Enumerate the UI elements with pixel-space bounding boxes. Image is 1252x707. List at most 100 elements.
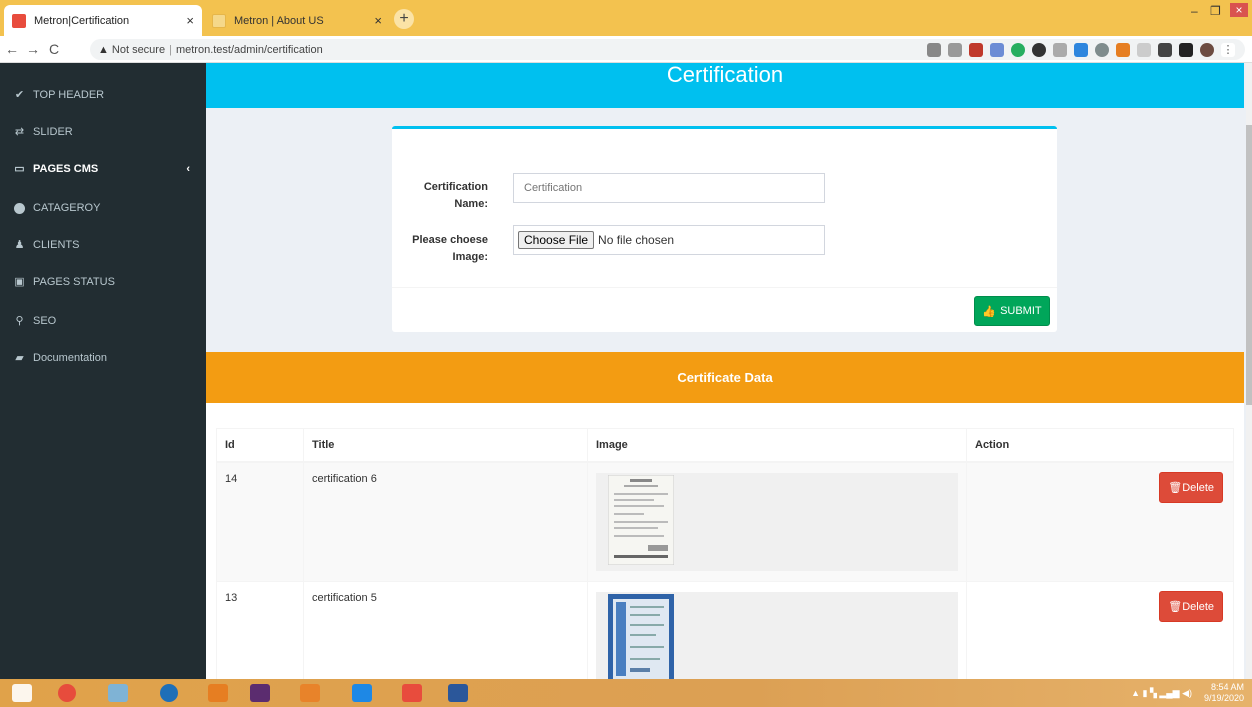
sidebar-item-label: PAGES CMS bbox=[33, 163, 99, 175]
windows-start-icon[interactable] bbox=[12, 684, 32, 702]
tab-certification[interactable]: Metron|Certification × bbox=[4, 5, 202, 36]
choose-file-button[interactable]: Choose File bbox=[518, 231, 595, 249]
phpstorm-icon[interactable] bbox=[250, 684, 270, 702]
address-separator: | bbox=[169, 43, 172, 56]
image-file-input[interactable]: Choose File No file chosen bbox=[513, 225, 825, 255]
sidebar-item-catageroy[interactable]: CATAGEROY bbox=[0, 190, 206, 226]
address-bar[interactable]: ▲ Not secure | metron.test/admin/certifi… bbox=[90, 39, 1245, 60]
reload-icon[interactable]: C bbox=[45, 41, 63, 57]
tab-close-icon[interactable]: × bbox=[186, 13, 194, 28]
cell-title: certification 6 bbox=[303, 461, 588, 582]
page-title: Certification bbox=[206, 63, 1244, 108]
orange-extension-icon[interactable] bbox=[1116, 43, 1130, 57]
table-row: 14 certification 6 🗑Delete bbox=[216, 461, 1234, 582]
zoom-icon[interactable] bbox=[927, 43, 941, 57]
back-arrow-icon[interactable]: ← bbox=[3, 41, 21, 57]
check-circle-icon: ✔ bbox=[14, 88, 25, 101]
sidebar-item-label: CLIENTS bbox=[33, 239, 80, 251]
shield-extension-icon[interactable] bbox=[1137, 43, 1151, 57]
delete-label: Delete bbox=[1182, 481, 1214, 494]
menu-dots-icon[interactable]: ⋮ bbox=[1221, 43, 1235, 57]
new-tab-button[interactable]: + bbox=[394, 9, 414, 29]
sublime-text-icon[interactable] bbox=[300, 684, 320, 702]
tab-close-icon[interactable]: × bbox=[374, 13, 382, 28]
vscode-icon[interactable] bbox=[352, 684, 372, 702]
cell-action: 🗑Delete bbox=[966, 580, 1234, 679]
circle-icon bbox=[14, 202, 25, 214]
user-icon: ♟ bbox=[14, 238, 25, 251]
tab-title: Metron | About US bbox=[234, 14, 324, 27]
certification-name-label: Certification Name: bbox=[423, 181, 488, 210]
windows-taskbar: ▲ ▮ ▚ ▂▄▆ ◀) 8:54 AM 9/19/2020 bbox=[0, 679, 1252, 707]
system-tray-icons[interactable]: ▲ ▮ ▚ ▂▄▆ ◀) bbox=[1131, 688, 1192, 699]
file-explorer-icon[interactable] bbox=[108, 684, 128, 702]
sidebar-item-seo[interactable]: ⚲ SEO bbox=[0, 303, 206, 339]
sidebar-item-label: SEO bbox=[33, 315, 57, 327]
column-header-action: Action bbox=[966, 428, 1234, 463]
cell-image bbox=[587, 461, 967, 582]
cell-image bbox=[587, 580, 967, 679]
vlc-icon[interactable] bbox=[208, 684, 228, 702]
browser-toolbar: ← → C ▲ Not secure | metron.test/admin/c… bbox=[0, 36, 1252, 63]
puzzle-extensions-icon[interactable] bbox=[1179, 43, 1193, 57]
extensions-area: ⋮ bbox=[927, 43, 1235, 57]
maximize-icon[interactable]: ❐ bbox=[1210, 4, 1221, 18]
tab-title: Metron|Certification bbox=[34, 14, 130, 27]
window-close-icon[interactable]: × bbox=[1230, 3, 1248, 17]
translate-extension-icon[interactable] bbox=[1074, 43, 1088, 57]
certificate-table-area: Id Title Image Action 14 certification 6 bbox=[206, 403, 1244, 679]
certificate-document-image bbox=[608, 474, 674, 565]
search-icon: ⚲ bbox=[15, 314, 24, 327]
internet-explorer-icon[interactable] bbox=[160, 684, 178, 702]
minimize-icon[interactable]: – bbox=[1191, 4, 1198, 18]
sidebar-item-pages-status[interactable]: ▣ PAGES STATUS bbox=[0, 264, 206, 300]
sidebar-item-label: TOP HEADER bbox=[33, 89, 105, 101]
book-icon: ▰ bbox=[15, 351, 24, 364]
clock-time: 8:54 AM bbox=[1210, 682, 1244, 692]
word-icon[interactable] bbox=[448, 684, 468, 702]
trash-icon: 🗑 bbox=[1168, 600, 1183, 613]
delete-button[interactable]: 🗑Delete bbox=[1159, 590, 1223, 622]
cell-id: 14 bbox=[216, 461, 304, 582]
sidebar-item-pages-cms[interactable]: ▭ PAGES CMS ‹ bbox=[0, 151, 206, 187]
sidebar-item-top-header[interactable]: ✔ TOP HEADER bbox=[0, 77, 206, 113]
sidebar-item-label: SLIDER bbox=[33, 126, 73, 138]
tab-about-us[interactable]: Metron | About US × bbox=[204, 5, 390, 36]
vpn-extension-icon[interactable] bbox=[1095, 43, 1109, 57]
pdf-extension-icon[interactable] bbox=[969, 43, 983, 57]
clock-date: 9/19/2020 bbox=[1203, 693, 1244, 703]
forward-arrow-icon[interactable]: → bbox=[24, 41, 42, 57]
camera-extension-icon[interactable] bbox=[1053, 43, 1067, 57]
sidebar-item-documentation[interactable]: ▰ Documentation bbox=[0, 340, 206, 376]
grammarly-extension-icon[interactable] bbox=[1011, 43, 1025, 57]
screenshot-extension-icon[interactable] bbox=[1158, 43, 1172, 57]
page-scrollbar[interactable] bbox=[1246, 63, 1252, 679]
site-favicon-icon bbox=[12, 13, 26, 28]
certification-name-input[interactable] bbox=[513, 173, 825, 203]
chrome-icon[interactable] bbox=[58, 684, 76, 702]
column-header-image: Image bbox=[587, 428, 967, 463]
profile-avatar-icon[interactable] bbox=[1200, 43, 1214, 57]
delete-button[interactable]: 🗑Delete bbox=[1159, 471, 1223, 503]
sidebar-item-clients[interactable]: ♟ CLIENTS bbox=[0, 227, 206, 263]
download-extension-icon[interactable] bbox=[990, 43, 1004, 57]
clock[interactable]: 8:54 AM 9/19/2020 bbox=[1204, 682, 1244, 704]
sidebar-item-label: Documentation bbox=[33, 352, 107, 364]
image-icon: ▣ bbox=[14, 275, 25, 288]
sidebar-item-label: PAGES STATUS bbox=[33, 276, 115, 288]
sync-extension-icon[interactable] bbox=[1032, 43, 1046, 57]
chevron-left-icon[interactable]: ‹ bbox=[186, 163, 190, 175]
sidebar-item-slider[interactable]: ⇄ SLIDER bbox=[0, 114, 206, 150]
submit-label: SUBMIT bbox=[1000, 305, 1042, 317]
exchange-icon: ⇄ bbox=[14, 125, 25, 138]
scrollbar-thumb[interactable] bbox=[1246, 125, 1252, 405]
sidebar-item-label: CATAGEROY bbox=[33, 202, 101, 214]
certificate-document-image bbox=[608, 593, 674, 679]
xampp-icon[interactable] bbox=[402, 684, 422, 702]
delete-label: Delete bbox=[1182, 600, 1214, 613]
submit-button[interactable]: 👍 SUBMIT bbox=[974, 296, 1050, 326]
thumbs-up-icon: 👍 bbox=[982, 305, 997, 318]
column-header-title: Title bbox=[303, 428, 588, 463]
table-row: 13 certification 5 🗑Delete bbox=[216, 580, 1234, 679]
star-icon[interactable] bbox=[948, 43, 962, 57]
